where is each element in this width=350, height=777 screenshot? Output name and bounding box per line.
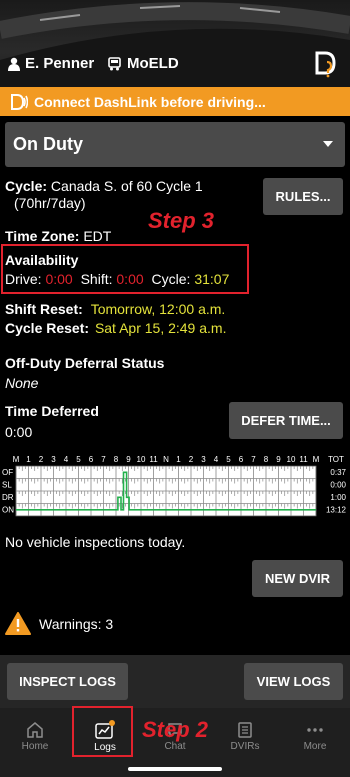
device-name: MoELD — [127, 55, 179, 72]
log-row-label: ON — [2, 506, 14, 515]
log-hour-label: 5 — [226, 455, 231, 464]
log-hour-label: N — [163, 455, 169, 464]
log-hour-label: 3 — [201, 455, 206, 464]
nav-more-label: More — [303, 740, 327, 752]
shift-label: Shift: — [80, 271, 113, 287]
dashlink-signal-icon — [11, 93, 28, 110]
time-zone-label: Time Zone: — [5, 228, 80, 244]
cycle-info: Cycle: Canada S. of 60 Cycle 1 — [5, 178, 203, 195]
nav-dvirs[interactable]: DVIRs — [210, 708, 280, 764]
warnings-row[interactable]: Warnings: 3 — [5, 612, 113, 635]
banner-text: Connect DashLink before driving... — [34, 93, 266, 110]
cycle-reset: Cycle Reset: Sat Apr 15, 2:49 a.m. — [5, 320, 226, 337]
deferral-title: Off-Duty Deferral Status — [5, 355, 165, 371]
truck-icon — [108, 56, 121, 70]
shift-reset-value: Tomorrow, 12:00 a.m. — [90, 301, 226, 317]
log-row-total: 13:12 — [326, 506, 347, 515]
nav-dvirs-label: DVIRs — [230, 740, 260, 752]
inspect-logs-button[interactable]: INSPECT LOGS — [7, 663, 128, 700]
log-hour-label: 4 — [214, 455, 219, 464]
step2-annotation: Step 2 — [142, 717, 209, 742]
warning-triangle-icon — [5, 612, 31, 635]
log-graph[interactable]: M 1 2 3 4 5 6 7 8 9 10 11 N 1 2 3 4 5 6 7 8 9 10 11 M TOTOF 0:37SL… — [0, 453, 350, 523]
checklist-icon — [238, 721, 252, 738]
view-logs-button[interactable]: VIEW LOGS — [244, 663, 343, 700]
log-hour-label: 1 — [176, 455, 181, 464]
logs-highlight-box — [72, 706, 133, 757]
warnings-text: Warnings: 3 — [39, 615, 114, 632]
dashlink-logo-icon — [315, 51, 336, 78]
log-hour-label: 7 — [101, 455, 106, 464]
log-hour-label: M — [13, 455, 20, 464]
duty-status-select[interactable]: On Duty — [5, 122, 345, 167]
deferral-value: None — [5, 375, 39, 391]
log-hour-label: 10 — [137, 455, 146, 464]
time-deferred-title: Time Deferred — [5, 403, 99, 419]
log-row-total: 1:00 — [330, 493, 346, 502]
log-hour-label: 10 — [287, 455, 296, 464]
time-zone: Time Zone: EDT — [5, 228, 111, 245]
defer-time-button[interactable]: DEFER TIME... — [229, 402, 343, 439]
time-zone-value: EDT — [83, 228, 112, 244]
nav-home-label: Home — [21, 740, 49, 752]
log-row-label: OF — [2, 468, 13, 477]
shift-value: 0:00 — [116, 271, 144, 287]
log-hour-label: 11 — [299, 455, 308, 464]
log-hour-label: 6 — [239, 455, 244, 464]
step3-annotation: Step 3 — [148, 208, 215, 233]
dashlink-warning-banner[interactable]: Connect DashLink before driving... — [0, 87, 350, 116]
availability-values: Drive: 0:00 Shift: 0:00 Cycle: 31:07 — [5, 271, 229, 288]
log-hour-label: 6 — [89, 455, 94, 464]
dropdown-caret-icon — [323, 141, 333, 147]
log-hour-label: M — [313, 455, 320, 464]
log-hour-label: 8 — [114, 455, 119, 464]
log-hour-label: 2 — [39, 455, 44, 464]
shift-reset: Shift Reset: Tomorrow, 12:00 a.m. — [5, 301, 225, 318]
cycle-avail-value: 31:07 — [194, 271, 230, 287]
new-dvir-button[interactable]: NEW DVIR — [252, 560, 343, 597]
nav-more[interactable]: More — [280, 708, 350, 764]
more-dots-icon — [307, 727, 323, 732]
log-hour-label: 5 — [76, 455, 81, 464]
drive-label: Drive: — [5, 271, 42, 287]
log-total-header: TOT — [328, 455, 344, 464]
availability-title: Availability — [5, 252, 79, 268]
device-info[interactable]: MoELD — [108, 55, 179, 72]
rules-button[interactable]: RULES... — [263, 178, 343, 215]
cycle-detail: (70hr/7day) — [14, 195, 86, 211]
shift-reset-label: Shift Reset: — [5, 301, 83, 317]
log-hour-label: 2 — [189, 455, 194, 464]
log-row-label: DR — [2, 493, 14, 502]
user-info[interactable]: E. Penner — [8, 55, 94, 72]
cycle-avail-label: Cycle: — [151, 271, 191, 287]
log-hour-label: 3 — [51, 455, 56, 464]
user-icon — [8, 57, 20, 71]
cycle-value: Canada S. of 60 Cycle 1 — [50, 178, 203, 194]
log-hour-label: 9 — [126, 455, 131, 464]
time-deferred-value: 0:00 — [5, 424, 33, 440]
log-hour-label: 4 — [64, 455, 69, 464]
home-icon — [27, 721, 43, 738]
app-header: E. Penner MoELD — [0, 0, 350, 87]
road-background — [0, 2, 350, 87]
nav-home[interactable]: Home — [0, 708, 70, 764]
log-hour-label: 11 — [149, 455, 158, 464]
inspections-text: No vehicle inspections today. — [5, 534, 186, 550]
log-row-total: 0:00 — [330, 481, 346, 490]
drive-value: 0:00 — [45, 271, 73, 287]
user-name: E. Penner — [25, 55, 95, 72]
cycle-label: Cycle: — [5, 178, 48, 194]
log-hour-label: 9 — [276, 455, 281, 464]
log-hour-label: 8 — [264, 455, 269, 464]
cycle-reset-label: Cycle Reset: — [5, 320, 90, 336]
log-hour-label: 7 — [251, 455, 256, 464]
log-row-total: 0:37 — [330, 468, 346, 477]
duty-status-value: On Duty — [13, 134, 83, 154]
home-indicator[interactable] — [128, 767, 222, 771]
log-hour-label: 1 — [26, 455, 31, 464]
log-row-label: SL — [2, 481, 12, 490]
cycle-reset-value: Sat Apr 15, 2:49 a.m. — [94, 320, 227, 336]
